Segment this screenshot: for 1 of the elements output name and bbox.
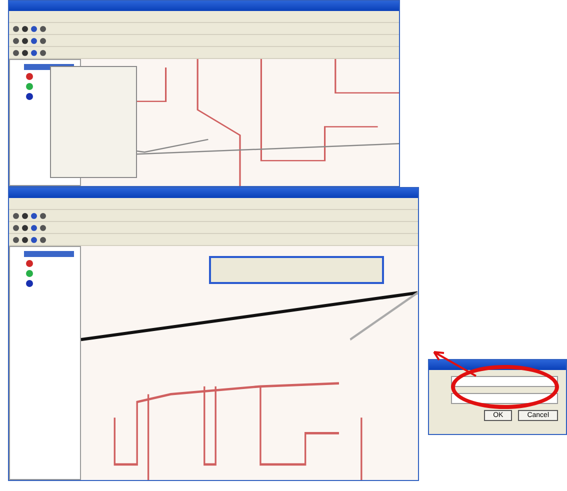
input-field[interactable] (450, 376, 558, 387)
